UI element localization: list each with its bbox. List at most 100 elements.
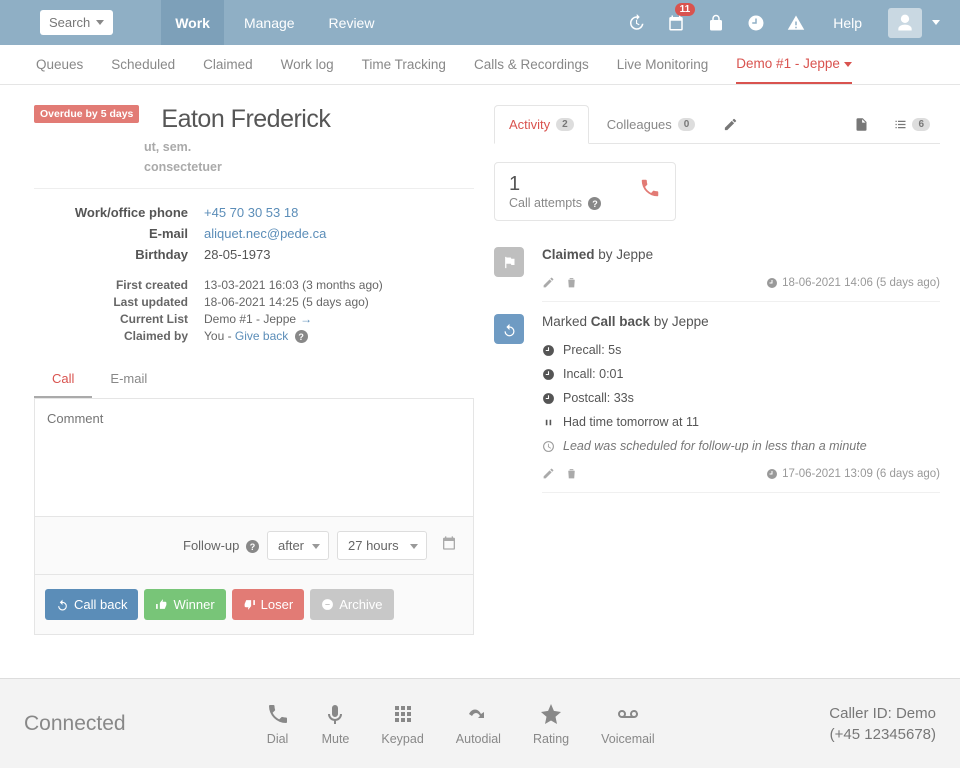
tab-calls-recordings[interactable]: Calls & Recordings bbox=[474, 46, 589, 83]
nav-review[interactable]: Review bbox=[315, 0, 389, 45]
call-attempts-box: 1 Call attempts ? bbox=[494, 162, 676, 221]
calendar-icon[interactable]: 11 bbox=[659, 0, 693, 45]
followup-mode-select[interactable]: after bbox=[267, 531, 329, 560]
edit-icon[interactable] bbox=[542, 276, 555, 289]
comment-box bbox=[34, 399, 474, 517]
claimed-by-label: Claimed by bbox=[34, 329, 204, 343]
tab-activity[interactable]: Activity2 bbox=[494, 105, 589, 144]
timeline: Claimed by Jeppe 18-06-2021 14:06 (5 day… bbox=[494, 247, 940, 493]
incall-detail: Incall: 0:01 bbox=[542, 367, 940, 381]
arrow-right-icon[interactable]: → bbox=[300, 312, 312, 326]
archive-button[interactable]: Archive bbox=[310, 589, 393, 620]
call-attempts-label: Call attempts ? bbox=[509, 196, 601, 210]
comment-input[interactable] bbox=[47, 411, 461, 501]
lead-subtitle-2: consectetuer bbox=[144, 160, 474, 174]
clock-icon[interactable] bbox=[739, 0, 773, 45]
tab-queues[interactable]: Queues bbox=[36, 46, 83, 83]
timeline-item: Claimed by Jeppe 18-06-2021 14:06 (5 day… bbox=[494, 247, 940, 302]
notifications-badge: 11 bbox=[675, 3, 696, 16]
schedule-note: Lead was scheduled for follow-up in less… bbox=[542, 439, 940, 453]
callback-button[interactable]: Call back bbox=[45, 589, 138, 620]
dial-button[interactable]: Dial bbox=[266, 702, 290, 746]
rating-button[interactable]: Rating bbox=[533, 702, 569, 746]
email-link[interactable]: aliquet.nec@pede.ca bbox=[204, 226, 326, 241]
lock-icon[interactable] bbox=[699, 0, 733, 45]
loser-button[interactable]: Loser bbox=[232, 589, 305, 620]
history-icon[interactable] bbox=[619, 0, 653, 45]
user-menu[interactable] bbox=[888, 8, 922, 38]
phone-icon bbox=[639, 177, 661, 202]
calendar-icon[interactable] bbox=[435, 535, 463, 556]
last-updated-value: 18-06-2021 14:25 (5 days ago) bbox=[204, 295, 369, 309]
refresh-icon bbox=[494, 314, 524, 344]
alert-icon[interactable] bbox=[779, 0, 813, 45]
winner-button[interactable]: Winner bbox=[144, 589, 225, 620]
current-list-value: Demo #1 - Jeppe→ bbox=[204, 312, 312, 326]
tab-colleagues[interactable]: Colleagues0 bbox=[593, 106, 710, 143]
current-list-label: Current List bbox=[34, 312, 204, 326]
lead-subtitle-1: ut, sem. bbox=[144, 140, 474, 154]
activity-tabs: Activity2 Colleagues0 6 bbox=[494, 105, 940, 144]
action-buttons: Call back Winner Loser Archive bbox=[34, 575, 474, 635]
timestamp: 17-06-2021 13:09 (6 days ago) bbox=[782, 468, 940, 480]
help-icon[interactable]: ? bbox=[588, 197, 601, 210]
claimed-by-value: You - Give back ? bbox=[204, 329, 308, 343]
tab-scheduled[interactable]: Scheduled bbox=[111, 46, 175, 83]
help-icon[interactable]: ? bbox=[246, 540, 259, 553]
tab-email[interactable]: E-mail bbox=[92, 361, 165, 398]
top-bar: Search Work Manage Review 11 Help bbox=[0, 0, 960, 45]
home-icon[interactable] bbox=[127, 0, 155, 45]
clock-icon bbox=[766, 468, 778, 480]
tab-claimed[interactable]: Claimed bbox=[203, 46, 253, 83]
autodial-button[interactable]: Autodial bbox=[456, 702, 501, 746]
caller-id: Caller ID: Demo (+45 12345678) bbox=[829, 703, 936, 745]
tab-live-monitoring[interactable]: Live Monitoring bbox=[617, 46, 709, 83]
tab-demo-list[interactable]: Demo #1 - Jeppe bbox=[736, 45, 852, 84]
lead-panel: Overdue by 5 days Eaton Frederick ut, se… bbox=[34, 105, 474, 668]
nav-work[interactable]: Work bbox=[161, 0, 224, 45]
give-back-link[interactable]: Give back bbox=[235, 329, 288, 343]
trash-icon[interactable] bbox=[565, 276, 578, 289]
connection-status: Connected bbox=[24, 712, 126, 736]
tab-call[interactable]: Call bbox=[34, 361, 92, 398]
email-label: E-mail bbox=[34, 226, 204, 241]
first-created-value: 13-03-2021 16:03 (3 months ago) bbox=[204, 278, 383, 292]
tab-work-log[interactable]: Work log bbox=[281, 46, 334, 83]
voicemail-button[interactable]: Voicemail bbox=[601, 702, 655, 746]
list-icon[interactable]: 6 bbox=[883, 109, 940, 140]
tab-time-tracking[interactable]: Time Tracking bbox=[362, 46, 446, 83]
trash-icon[interactable] bbox=[565, 467, 578, 480]
edit-icon[interactable] bbox=[542, 467, 555, 480]
timeline-title: Claimed by Jeppe bbox=[542, 247, 940, 262]
caret-down-icon bbox=[844, 62, 852, 67]
followup-duration-select[interactable]: 27 hours bbox=[337, 531, 427, 560]
caret-down-icon bbox=[932, 20, 940, 25]
mute-button[interactable]: Mute bbox=[322, 702, 350, 746]
sub-nav: Queues Scheduled Claimed Work log Time T… bbox=[0, 45, 960, 85]
help-link[interactable]: Help bbox=[819, 15, 876, 31]
overdue-badge: Overdue by 5 days bbox=[34, 105, 139, 123]
lead-name: Eaton Frederick bbox=[161, 105, 330, 134]
nav-manage[interactable]: Manage bbox=[230, 0, 309, 45]
postcall-detail: Postcall: 33s bbox=[542, 391, 940, 405]
flag-icon bbox=[494, 247, 524, 277]
timestamp: 18-06-2021 14:06 (5 days ago) bbox=[782, 277, 940, 289]
comment-detail: Had time tomorrow at 11 bbox=[542, 415, 940, 429]
phone-link[interactable]: +45 70 30 53 18 bbox=[204, 205, 298, 220]
help-icon[interactable]: ? bbox=[295, 330, 308, 343]
search-dropdown[interactable]: Search bbox=[40, 10, 113, 35]
followup-row: Follow-up ? after 27 hours bbox=[34, 517, 474, 575]
phone-label: Work/office phone bbox=[34, 205, 204, 220]
colleagues-count: 0 bbox=[678, 118, 696, 131]
followup-label: Follow-up ? bbox=[183, 538, 259, 553]
birthday-label: Birthday bbox=[34, 247, 204, 262]
activity-panel: Activity2 Colleagues0 6 1 Call attempts … bbox=[494, 105, 940, 668]
caret-down-icon bbox=[96, 20, 104, 25]
search-label: Search bbox=[49, 15, 90, 30]
timeline-title: Marked Call back by Jeppe bbox=[542, 314, 940, 329]
edit-icon[interactable] bbox=[713, 109, 748, 140]
keypad-button[interactable]: Keypad bbox=[381, 702, 423, 746]
last-updated-label: Last updated bbox=[34, 295, 204, 309]
document-icon[interactable] bbox=[844, 109, 879, 140]
call-attempts-count: 1 bbox=[509, 173, 601, 196]
